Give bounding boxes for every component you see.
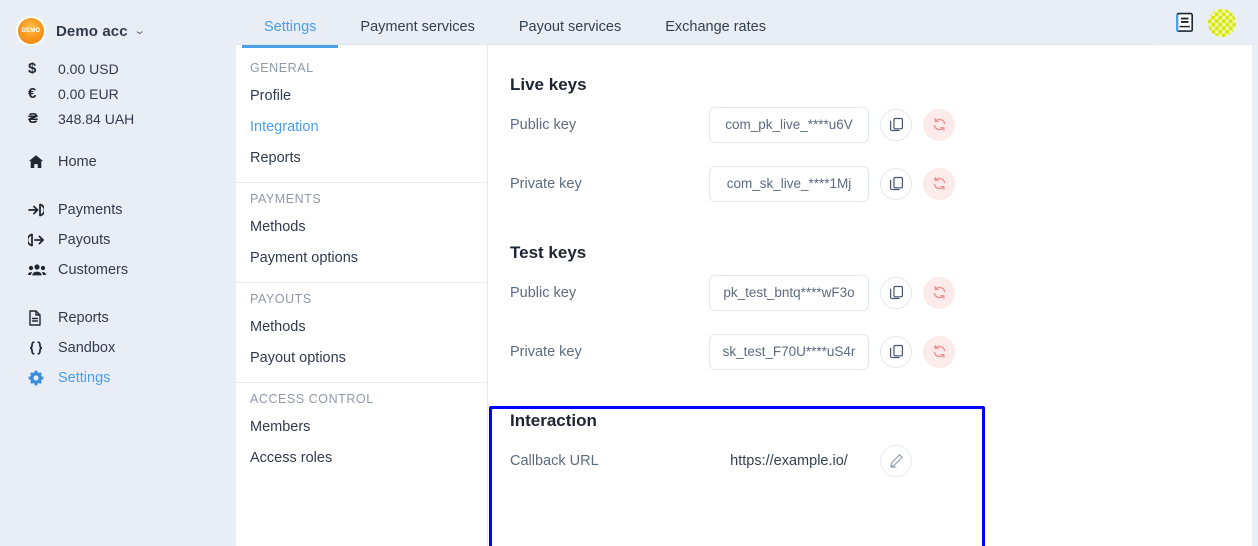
- sidebar-label-sandbox: Sandbox: [58, 340, 116, 356]
- user-avatar[interactable]: [1208, 8, 1236, 37]
- sandbox-braces-icon: [28, 340, 54, 356]
- refresh-icon[interactable]: [923, 167, 955, 200]
- sidebar-label-settings: Settings: [58, 370, 111, 386]
- settings-navigation: GENERAL Profile Integration Reports PAYM…: [236, 45, 488, 546]
- sidebar-label-customers: Customers: [58, 262, 129, 278]
- refresh-icon[interactable]: [923, 276, 955, 309]
- sidebar-item-home[interactable]: Home: [0, 147, 236, 177]
- callback-url-value: https://example.io/: [730, 452, 848, 469]
- balance-value-uah: 348.84 UAH: [58, 110, 135, 127]
- balance-row-eur: € 0.00 EUR: [0, 81, 236, 106]
- interaction-title: Interaction: [510, 411, 597, 430]
- customers-people-icon: [28, 262, 54, 278]
- settings-item-reports[interactable]: Reports: [236, 143, 487, 174]
- settings-group-title-access-control: ACCESS CONTROL: [250, 392, 374, 406]
- live-private-key-label: Private key: [510, 175, 582, 192]
- sidebar-item-payments[interactable]: Payments: [0, 195, 236, 225]
- balances-list: $ 0.00 USD € 0.00 EUR ₴ 348.84 UAH: [0, 56, 236, 131]
- account-avatar: DEMO: [16, 16, 46, 46]
- settings-panes: GENERAL Profile Integration Reports PAYM…: [236, 45, 1258, 546]
- account-name: Demo acc: [56, 22, 128, 40]
- tab-settings[interactable]: Settings: [242, 19, 339, 48]
- test-private-key-input[interactable]: sk_test_F70U****uS4r: [709, 333, 869, 370]
- sidebar-item-reports[interactable]: Reports: [0, 303, 236, 333]
- payouts-arrow-out-icon: [28, 232, 54, 248]
- refresh-icon[interactable]: [923, 108, 955, 141]
- balance-row-usd: $ 0.00 USD: [0, 56, 236, 81]
- settings-content: Live keys Public key com_pk_live_****u6V: [488, 45, 1258, 546]
- right-gutter: [1252, 0, 1258, 546]
- test-private-key-row: Private key sk_test_F70U****uS4r: [510, 322, 1258, 381]
- tab-payout-services[interactable]: Payout services: [497, 19, 643, 45]
- refresh-icon[interactable]: [923, 335, 955, 368]
- sidebar-label-home: Home: [58, 154, 97, 170]
- copy-icon[interactable]: [880, 276, 912, 309]
- settings-group-title-payouts: PAYOUTS: [250, 292, 312, 306]
- settings-item-integration[interactable]: Integration: [236, 112, 487, 143]
- left-sidebar: DEMO Demo acc ⌄ $ 0.00 USD € 0.00 EUR ₴ …: [0, 0, 236, 546]
- tab-label-payment-services: Payment services: [360, 19, 475, 35]
- pencil-icon[interactable]: [880, 444, 912, 477]
- live-public-key-row: Public key com_pk_live_****u6V: [510, 95, 1258, 154]
- account-switcher[interactable]: DEMO Demo acc ⌄: [0, 0, 236, 46]
- live-keys-title: Live keys: [510, 75, 587, 94]
- settings-item-payment-options[interactable]: Payment options: [236, 243, 487, 274]
- reports-document-icon: [28, 310, 54, 326]
- sidebar-item-payouts[interactable]: Payouts: [0, 225, 236, 255]
- copy-icon[interactable]: [880, 167, 912, 200]
- tab-label-exchange-rates: Exchange rates: [665, 19, 766, 35]
- settings-group-title-general: GENERAL: [250, 61, 314, 75]
- copy-icon[interactable]: [880, 335, 912, 368]
- payments-arrow-in-icon: [28, 202, 54, 218]
- tab-label-payout-services: Payout services: [518, 19, 622, 35]
- nav-spacer-2: [0, 285, 236, 303]
- callback-url-row: Callback URL https://example.io/: [510, 431, 1258, 490]
- balance-value-eur: 0.00 EUR: [58, 85, 119, 102]
- sidebar-item-sandbox[interactable]: Sandbox: [0, 333, 236, 363]
- test-public-key-row: Public key pk_test_bntq****wF3o: [510, 263, 1258, 322]
- top-tabbar: Settings Payment services Payout service…: [236, 0, 1258, 48]
- balance-row-uah: ₴ 348.84 UAH: [0, 106, 236, 131]
- settings-gear-icon: [28, 370, 54, 386]
- sidebar-item-customers[interactable]: Customers: [0, 255, 236, 285]
- tab-payment-services[interactable]: Payment services: [338, 19, 496, 45]
- nav-spacer-1: [0, 177, 236, 195]
- account-avatar-label: DEMO: [21, 28, 41, 34]
- currency-symbol-usd: $: [28, 60, 37, 77]
- test-public-key-input[interactable]: pk_test_bntq****wF3o: [709, 274, 869, 311]
- chevron-down-icon: ⌄: [133, 24, 146, 37]
- test-keys-section: Test keys Public key pk_test_bntq****wF3…: [489, 213, 1258, 546]
- sidebar-label-payouts: Payouts: [58, 232, 111, 248]
- home-icon: [28, 154, 54, 170]
- main-area: Settings Payment services Payout service…: [236, 0, 1258, 546]
- settings-item-payout-options[interactable]: Payout options: [236, 343, 487, 374]
- test-keys-title: Test keys: [510, 243, 587, 262]
- test-public-key-label: Public key: [510, 284, 577, 301]
- test-private-key-label: Private key: [510, 343, 582, 360]
- settings-item-access-roles[interactable]: Access roles: [236, 443, 487, 474]
- settings-group-title-payments: PAYMENTS: [250, 192, 322, 206]
- app-root: DEMO Demo acc ⌄ $ 0.00 USD € 0.00 EUR ₴ …: [0, 0, 1258, 546]
- sidebar-label-payments: Payments: [58, 202, 123, 218]
- book-icon[interactable]: [1175, 12, 1195, 33]
- settings-item-payment-methods[interactable]: Methods: [236, 212, 487, 243]
- settings-item-members[interactable]: Members: [236, 412, 487, 443]
- live-private-key-row: Private key com_sk_live_****1Mj: [510, 154, 1258, 213]
- header-actions: [1158, 0, 1258, 45]
- currency-symbol-eur: €: [28, 85, 37, 102]
- tab-label-settings: Settings: [264, 19, 317, 35]
- callback-url-label: Callback URL: [510, 452, 599, 469]
- main-navigation: Home Payments Payouts Customers Reports …: [0, 147, 236, 393]
- sidebar-label-reports: Reports: [58, 310, 109, 326]
- live-public-key-label: Public key: [510, 116, 577, 133]
- copy-icon[interactable]: [880, 108, 912, 141]
- sidebar-item-settings[interactable]: Settings: [0, 363, 236, 393]
- settings-item-payout-methods[interactable]: Methods: [236, 312, 487, 343]
- currency-symbol-uah: ₴: [28, 110, 39, 127]
- live-private-key-input[interactable]: com_sk_live_****1Mj: [709, 165, 869, 202]
- balance-value-usd: 0.00 USD: [58, 60, 119, 77]
- settings-item-profile[interactable]: Profile: [236, 81, 487, 112]
- tab-exchange-rates[interactable]: Exchange rates: [643, 19, 788, 45]
- live-public-key-input[interactable]: com_pk_live_****u6V: [709, 106, 869, 143]
